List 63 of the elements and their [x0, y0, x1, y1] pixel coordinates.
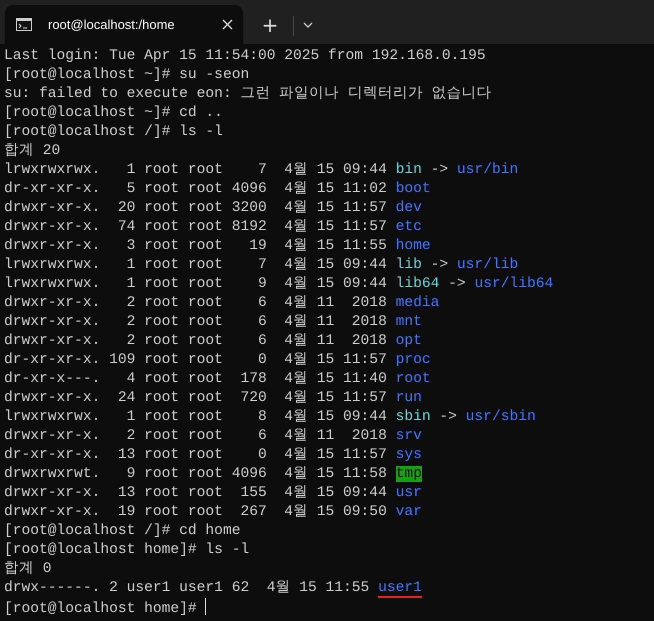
listing-text: drwxr-xr-x. 2 root root 6 4월 11 2018: [4, 333, 388, 349]
link-arrow: ->: [448, 276, 466, 292]
link-arrow: ->: [430, 257, 448, 273]
file-name: srv: [396, 428, 422, 444]
file-name: bin: [396, 162, 422, 178]
listing-text: drwxr-xr-x. 3 root root 19 4월 15 11:55: [4, 238, 388, 254]
new-tab-button[interactable]: +: [255, 10, 285, 40]
tab-title: root@localhost:/home: [48, 16, 176, 34]
link-arrow: ->: [439, 409, 457, 425]
file-name: run: [396, 390, 422, 406]
terminal-line: [root@localhost home]# ls -l: [4, 542, 250, 558]
file-name: home: [396, 238, 431, 254]
file-name: sys: [396, 447, 422, 463]
terminal-line: [root@localhost /]# cd home: [4, 523, 240, 539]
file-name: tmp: [396, 466, 422, 482]
terminal-line: [root@localhost ~]# cd ..: [4, 105, 223, 121]
link-target: usr/lib: [456, 257, 518, 273]
file-name: etc: [396, 219, 422, 235]
listing-text: lrwxrwxrwx. 1 root root 8 4월 15 09:44: [4, 409, 388, 425]
listing-text: drwxr-xr-x. 19 root root 267 4월 15 09:50: [4, 504, 388, 520]
listing-text: lrwxrwxrwx. 1 root root 7 4월 15 09:44: [4, 162, 388, 178]
listing-text: drwxrwxrwt. 9 root root 4096 4월 15 11:58: [4, 466, 388, 482]
listing-text: dr-xr-xr-x. 5 root root 4096 4월 15 11:02: [4, 181, 388, 197]
terminal-line: 합계 20: [4, 143, 60, 159]
listing-text: drwxr-xr-x. 20 root root 3200 4월 15 11:57: [4, 200, 388, 216]
listing-text: drwx------. 2 user1 user1 62 4월 15 11:55: [4, 580, 370, 596]
file-name: lib64: [396, 276, 440, 292]
file-name: media: [396, 295, 440, 311]
file-name: user1: [378, 580, 422, 598]
file-name: lib: [396, 257, 422, 273]
file-name: boot: [396, 181, 431, 197]
terminal-line: [root@localhost ~]# su -seon: [4, 67, 250, 83]
terminal-line: Last login: Tue Apr 15 11:54:00 2025 from 192.168.0.195: [4, 48, 486, 64]
listing-text: drwxr-xr-x. 74 root root 8192 4월 15 11:57: [4, 219, 388, 235]
listing-text: lrwxrwxrwx. 1 root root 9 4월 15 09:44: [4, 276, 388, 292]
listing-text: drwxr-xr-x. 2 root root 6 4월 11 2018: [4, 314, 388, 330]
link-target: usr/lib64: [474, 276, 554, 292]
listing-text: drwxr-xr-x. 2 root root 6 4월 11 2018: [4, 428, 388, 444]
file-name: dev: [396, 200, 422, 216]
listing-text: dr-xr-xr-x. 13 root root 0 4월 15 11:57: [4, 447, 388, 463]
file-name: proc: [396, 352, 431, 368]
listing-text: drwxr-xr-x. 2 root root 6 4월 11 2018: [4, 295, 388, 311]
tab[interactable]: root@localhost:/home: [5, 5, 243, 44]
file-name: opt: [396, 333, 422, 349]
terminal-line: su: failed to execute eon: 그런 파일이나 디렉터리가 없습니다: [4, 86, 492, 102]
close-icon[interactable]: [222, 19, 233, 30]
file-name: root: [396, 371, 431, 387]
link-target: usr/sbin: [466, 409, 536, 425]
terminal-icon: [16, 18, 32, 31]
listing-text: dr-xr-x---. 4 root root 178 4월 15 11:40: [4, 371, 388, 387]
file-name: mnt: [396, 314, 422, 330]
file-name: var: [396, 504, 422, 520]
terminal-line: 합계 0: [4, 561, 52, 577]
file-name: usr: [396, 485, 422, 501]
link-target: usr/bin: [456, 162, 518, 178]
terminal-line: [root@localhost /]# ls -l: [4, 124, 223, 140]
link-arrow: ->: [430, 162, 448, 178]
terminal-line: [root@localhost home]#: [4, 601, 198, 617]
listing-text: drwxr-xr-x. 13 root root 155 4월 15 09:44: [4, 485, 388, 501]
listing-text: dr-xr-xr-x. 109 root root 0 4월 15 11:57: [4, 352, 388, 368]
file-name: sbin: [396, 409, 431, 425]
listing-text: drwxr-xr-x. 24 root root 720 4월 15 11:57: [4, 390, 388, 406]
listing-text: lrwxrwxrwx. 1 root root 7 4월 15 09:44: [4, 257, 388, 273]
